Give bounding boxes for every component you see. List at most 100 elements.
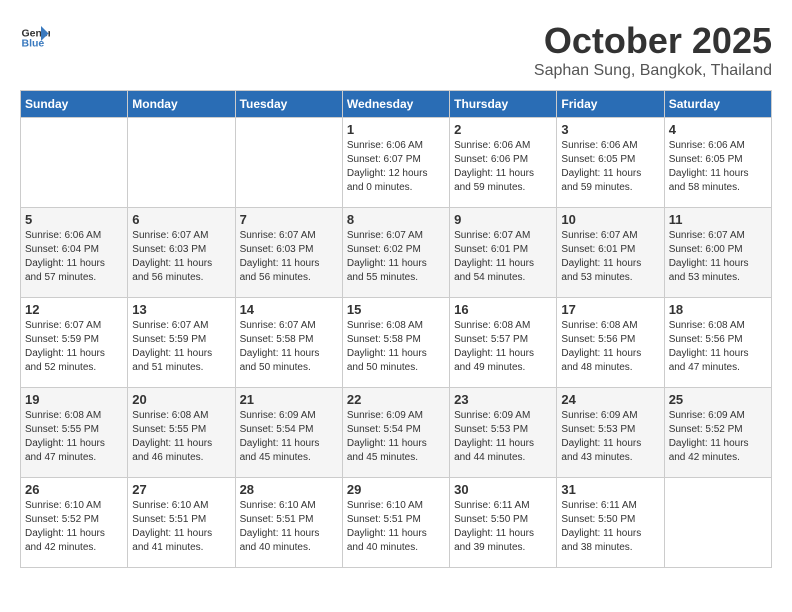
day-info: Sunrise: 6:07 AM Sunset: 5:59 PM Dayligh… (132, 319, 230, 375)
calendar-cell: 13 Sunrise: 6:07 AM Sunset: 5:59 PM Dayli… (128, 298, 235, 388)
calendar-cell: 26 Sunrise: 6:10 AM Sunset: 5:52 PM Dayli… (21, 478, 128, 568)
day-number: 5 (25, 212, 123, 227)
day-info: Sunrise: 6:08 AM Sunset: 5:56 PM Dayligh… (561, 319, 659, 375)
calendar-cell: 29Sunrise: 6:10 AM Sunset: 5:51 PM Dayli… (342, 478, 449, 568)
weekday-header-tuesday: Tuesday (235, 91, 342, 118)
weekday-header-row: SundayMondayTuesdayWednesdayThursdayFrid… (21, 91, 772, 118)
calendar-cell: 7 Sunrise: 6:07 AM Sunset: 6:03 PM Daylig… (235, 208, 342, 298)
day-number: 24 (561, 392, 659, 407)
day-info: Sunrise: 6:06 AM Sunset: 6:05 PM Dayligh… (561, 139, 659, 195)
day-info: Sunrise: 6:06 AM Sunset: 6:05 PM Dayligh… (669, 139, 767, 195)
week-row-2: 5Sunrise: 6:06 AM Sunset: 6:04 PM Daylig… (21, 208, 772, 298)
calendar-cell: 19Sunrise: 6:08 AM Sunset: 5:55 PM Dayli… (21, 388, 128, 478)
day-number: 27 (132, 482, 230, 497)
day-number: 12 (25, 302, 123, 317)
calendar-cell: 14 Sunrise: 6:07 AM Sunset: 5:58 PM Dayli… (235, 298, 342, 388)
calendar-cell: 24 Sunrise: 6:09 AM Sunset: 5:53 PM Dayli… (557, 388, 664, 478)
day-info: Sunrise: 6:11 AM Sunset: 5:50 PM Dayligh… (561, 499, 659, 555)
day-info: Sunrise: 6:10 AM Sunset: 5:52 PM Dayligh… (25, 499, 123, 555)
day-info: Sunrise: 6:07 AM Sunset: 6:02 PM Dayligh… (347, 229, 445, 285)
calendar-cell: 11 Sunrise: 6:07 AM Sunset: 6:00 PM Dayli… (664, 208, 771, 298)
day-number: 2 (454, 122, 552, 137)
day-number: 9 (454, 212, 552, 227)
day-info: Sunrise: 6:09 AM Sunset: 5:53 PM Dayligh… (561, 409, 659, 465)
day-number: 23 (454, 392, 552, 407)
day-info: Sunrise: 6:10 AM Sunset: 5:51 PM Dayligh… (240, 499, 338, 555)
day-info: Sunrise: 6:07 AM Sunset: 6:03 PM Dayligh… (132, 229, 230, 285)
weekday-header-sunday: Sunday (21, 91, 128, 118)
calendar-cell: 28Sunrise: 6:10 AM Sunset: 5:51 PM Dayli… (235, 478, 342, 568)
day-number: 10 (561, 212, 659, 227)
day-info: Sunrise: 6:09 AM Sunset: 5:54 PM Dayligh… (347, 409, 445, 465)
calendar-cell: 20 Sunrise: 6:08 AM Sunset: 5:55 PM Dayli… (128, 388, 235, 478)
calendar-cell: 15 Sunrise: 6:08 AM Sunset: 5:58 PM Dayli… (342, 298, 449, 388)
calendar-cell: 17 Sunrise: 6:08 AM Sunset: 5:56 PM Dayli… (557, 298, 664, 388)
week-row-5: 26 Sunrise: 6:10 AM Sunset: 5:52 PM Dayli… (21, 478, 772, 568)
day-number: 31 (561, 482, 659, 497)
day-info: Sunrise: 6:08 AM Sunset: 5:55 PM Dayligh… (132, 409, 230, 465)
calendar-cell: 5Sunrise: 6:06 AM Sunset: 6:04 PM Daylig… (21, 208, 128, 298)
location-title: Saphan Sung, Bangkok, Thailand (534, 62, 772, 80)
day-info: Sunrise: 6:11 AM Sunset: 5:50 PM Dayligh… (454, 499, 552, 555)
day-info: Sunrise: 6:08 AM Sunset: 5:55 PM Dayligh… (25, 409, 123, 465)
day-number: 11 (669, 212, 767, 227)
day-number: 8 (347, 212, 445, 227)
day-number: 14 (240, 302, 338, 317)
day-info: Sunrise: 6:07 AM Sunset: 5:58 PM Dayligh… (240, 319, 338, 375)
day-info: Sunrise: 6:08 AM Sunset: 5:58 PM Dayligh… (347, 319, 445, 375)
day-info: Sunrise: 6:09 AM Sunset: 5:52 PM Dayligh… (669, 409, 767, 465)
day-number: 26 (25, 482, 123, 497)
day-number: 21 (240, 392, 338, 407)
day-number: 20 (132, 392, 230, 407)
day-number: 22 (347, 392, 445, 407)
calendar-cell: 31 Sunrise: 6:11 AM Sunset: 5:50 PM Dayli… (557, 478, 664, 568)
svg-text:Blue: Blue (22, 37, 45, 49)
day-number: 16 (454, 302, 552, 317)
day-number: 7 (240, 212, 338, 227)
day-number: 15 (347, 302, 445, 317)
day-info: Sunrise: 6:07 AM Sunset: 6:03 PM Dayligh… (240, 229, 338, 285)
month-title: October 2025 (534, 20, 772, 62)
day-number: 13 (132, 302, 230, 317)
calendar-cell: 16 Sunrise: 6:08 AM Sunset: 5:57 PM Dayli… (450, 298, 557, 388)
day-number: 18 (669, 302, 767, 317)
day-info: Sunrise: 6:06 AM Sunset: 6:06 PM Dayligh… (454, 139, 552, 195)
day-info: Sunrise: 6:09 AM Sunset: 5:54 PM Dayligh… (240, 409, 338, 465)
day-number: 6 (132, 212, 230, 227)
calendar-cell: 1Sunrise: 6:06 AM Sunset: 6:07 PM Daylig… (342, 118, 449, 208)
day-info: Sunrise: 6:09 AM Sunset: 5:53 PM Dayligh… (454, 409, 552, 465)
calendar-cell (664, 478, 771, 568)
weekday-header-monday: Monday (128, 91, 235, 118)
calendar-cell: 30 Sunrise: 6:11 AM Sunset: 5:50 PM Dayli… (450, 478, 557, 568)
calendar-cell: 22 Sunrise: 6:09 AM Sunset: 5:54 PM Dayli… (342, 388, 449, 478)
weekday-header-thursday: Thursday (450, 91, 557, 118)
calendar-cell (235, 118, 342, 208)
day-number: 4 (669, 122, 767, 137)
weekday-header-wednesday: Wednesday (342, 91, 449, 118)
day-number: 30 (454, 482, 552, 497)
day-info: Sunrise: 6:07 AM Sunset: 6:01 PM Dayligh… (454, 229, 552, 285)
day-info: Sunrise: 6:07 AM Sunset: 6:00 PM Dayligh… (669, 229, 767, 285)
logo: General Blue (20, 20, 50, 50)
calendar-cell: 3Sunrise: 6:06 AM Sunset: 6:05 PM Daylig… (557, 118, 664, 208)
calendar-cell: 6 Sunrise: 6:07 AM Sunset: 6:03 PM Daylig… (128, 208, 235, 298)
day-info: Sunrise: 6:07 AM Sunset: 6:01 PM Dayligh… (561, 229, 659, 285)
calendar: SundayMondayTuesdayWednesdayThursdayFrid… (20, 90, 772, 568)
calendar-cell: 2 Sunrise: 6:06 AM Sunset: 6:06 PM Daylig… (450, 118, 557, 208)
calendar-cell: 23 Sunrise: 6:09 AM Sunset: 5:53 PM Dayli… (450, 388, 557, 478)
calendar-cell (128, 118, 235, 208)
day-number: 17 (561, 302, 659, 317)
calendar-cell: 27 Sunrise: 6:10 AM Sunset: 5:51 PM Dayli… (128, 478, 235, 568)
calendar-cell: 8 Sunrise: 6:07 AM Sunset: 6:02 PM Daylig… (342, 208, 449, 298)
calendar-cell: 4 Sunrise: 6:06 AM Sunset: 6:05 PM Daylig… (664, 118, 771, 208)
day-info: Sunrise: 6:08 AM Sunset: 5:57 PM Dayligh… (454, 319, 552, 375)
week-row-1: 1Sunrise: 6:06 AM Sunset: 6:07 PM Daylig… (21, 118, 772, 208)
day-info: Sunrise: 6:10 AM Sunset: 5:51 PM Dayligh… (132, 499, 230, 555)
calendar-cell: 10 Sunrise: 6:07 AM Sunset: 6:01 PM Dayli… (557, 208, 664, 298)
weekday-header-saturday: Saturday (664, 91, 771, 118)
calendar-cell: 18Sunrise: 6:08 AM Sunset: 5:56 PM Dayli… (664, 298, 771, 388)
day-number: 25 (669, 392, 767, 407)
weekday-header-friday: Friday (557, 91, 664, 118)
day-info: Sunrise: 6:07 AM Sunset: 5:59 PM Dayligh… (25, 319, 123, 375)
calendar-cell: 12 Sunrise: 6:07 AM Sunset: 5:59 PM Dayli… (21, 298, 128, 388)
